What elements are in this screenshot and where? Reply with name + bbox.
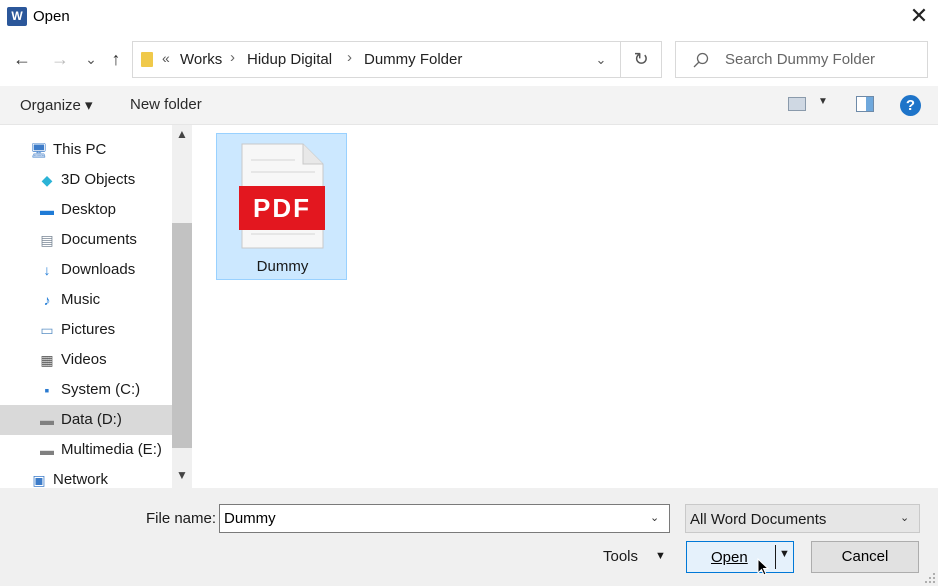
address-dropdown-icon[interactable]: ⌄ [591,48,611,72]
preview-pane-icon[interactable] [856,96,874,112]
view-options-caret-icon[interactable]: ▼ [818,96,828,107]
sidebar-item-label: Multimedia (E:) [61,441,162,458]
sidebar-item-data-d[interactable]: ▬ Data (D:) [0,405,172,435]
recent-locations-button[interactable]: ⌄ [80,48,102,70]
sidebar-item-documents[interactable]: ▤ Documents [0,225,172,255]
scroll-down-icon[interactable]: ▼ [172,468,192,486]
file-name-label: File name: [146,510,217,527]
pdf-badge-text: PDF [253,193,311,223]
title-bar: W Open ✕ [0,0,938,34]
organize-button[interactable]: Organize ▾ [20,96,93,114]
chevron-down-icon[interactable]: ⌄ [900,511,909,524]
sidebar-item-label: Music [61,291,101,308]
sidebar-item-system-c[interactable]: ▪ System (C:) [0,375,172,405]
file-name-value: Dummy [224,510,276,527]
dialog-footer: File name: Dummy ⌄ All Word Documents ⌄ … [0,488,938,586]
window-title: Open [33,8,70,25]
drive-windows-icon: ▪ [44,382,50,398]
network-icon: ▣ [32,472,46,488]
sidebar-item-label: Documents [61,231,137,248]
open-button[interactable]: Open ▼ [686,541,794,573]
sidebar-item-label: System (C:) [61,381,141,398]
sidebar-item-downloads[interactable]: ↓ Downloads [0,255,172,285]
breadcrumb-works[interactable]: Works [180,51,222,68]
file-type-select[interactable]: All Word Documents ⌄ [685,504,920,533]
sidebar-item-label: This PC [53,141,107,158]
open-button-label: Open [711,549,748,566]
file-list-pane: PDF Dummy [192,125,938,488]
desktop-icon: ▬ [40,202,54,218]
open-options-caret-icon[interactable]: ▼ [779,548,790,560]
tools-caret-icon[interactable]: ▼ [655,550,666,562]
refresh-button[interactable]: ↻ [629,47,653,71]
sidebar-item-pictures[interactable]: ▭ Pictures [0,315,172,345]
videos-icon: ▦ [40,352,54,368]
drive-icon: ▬ [40,442,54,458]
command-bar: Organize ▾ New folder ▼ ? [0,86,938,125]
sidebar-item-desktop[interactable]: ▬ Desktop [0,195,172,225]
music-icon: ♪ [43,292,51,308]
sidebar-item-label: Downloads [61,261,136,278]
folder-icon [141,52,153,67]
scrollbar-thumb[interactable] [172,223,192,448]
word-app-icon: W [7,7,27,26]
search-input[interactable]: Search Dummy Folder [675,41,928,78]
breadcrumb-dummy-folder[interactable]: Dummy Folder [364,51,462,68]
documents-icon: ▤ [40,232,54,248]
downloads-icon: ↓ [43,262,51,278]
tools-button[interactable]: Tools [603,548,638,565]
nav-scrollbar[interactable]: ▲ ▼ [172,125,192,488]
back-button[interactable]: ← [11,48,33,70]
change-view-icon[interactable] [788,97,806,111]
navigation-pane: 🖥 This PC ◆ 3D Objects ▬ Desktop ▤ Documents ↓ Do… [0,125,192,488]
up-button[interactable]: ↑ [105,48,127,70]
new-folder-button[interactable]: New folder [130,96,202,113]
pc-icon: 🖥 [30,142,48,158]
sidebar-item-label: Pictures [61,321,116,338]
address-bar[interactable]: « Works › Hidup Digital › Dummy Folder ⌄… [132,41,662,78]
sidebar-item-videos[interactable]: ▦ Videos [0,345,172,375]
file-name-input[interactable]: Dummy ⌄ [219,504,670,533]
sidebar-item-this-pc[interactable]: 🖥 This PC [0,135,172,165]
file-type-value: All Word Documents [690,511,827,528]
resize-grip-icon[interactable] [924,572,936,584]
file-item[interactable]: PDF Dummy [216,133,347,280]
breadcrumb-separator[interactable]: › [347,49,352,66]
close-button[interactable]: ✕ [906,5,932,29]
breadcrumb-separator[interactable]: › [230,49,235,66]
pictures-icon: ▭ [40,322,54,338]
sidebar-item-network[interactable]: ▣ Network [0,465,172,488]
help-button[interactable]: ? [900,95,921,116]
cancel-button[interactable]: Cancel [811,541,919,573]
chevron-down-icon[interactable]: ⌄ [650,511,659,524]
sidebar-item-label: 3D Objects [61,171,136,188]
sidebar-item-label: Desktop [61,201,117,218]
sidebar-item-label: Network [53,471,109,488]
drive-icon: ▬ [40,412,54,428]
sidebar-item-3d-objects[interactable]: ◆ 3D Objects [0,165,172,195]
breadcrumb-hidup-digital[interactable]: Hidup Digital [247,51,332,68]
pdf-file-icon: PDF [239,143,325,249]
sidebar-item-music[interactable]: ♪ Music [0,285,172,315]
mouse-cursor-icon [757,558,769,576]
address-divider [620,42,621,77]
cube-icon: ◆ [41,172,53,188]
sidebar-item-label: Data (D:) [61,411,122,428]
forward-button[interactable]: → [49,48,71,70]
split-divider [775,545,776,569]
sidebar-item-label: Videos [61,351,107,368]
sidebar-item-multimedia-e[interactable]: ▬ Multimedia (E:) [0,435,172,465]
breadcrumb-overflow[interactable]: « [162,50,170,66]
scroll-up-icon[interactable]: ▲ [172,127,192,145]
search-placeholder: Search Dummy Folder [725,51,876,68]
search-icon [693,52,709,68]
file-name-label: Dummy [256,258,309,275]
